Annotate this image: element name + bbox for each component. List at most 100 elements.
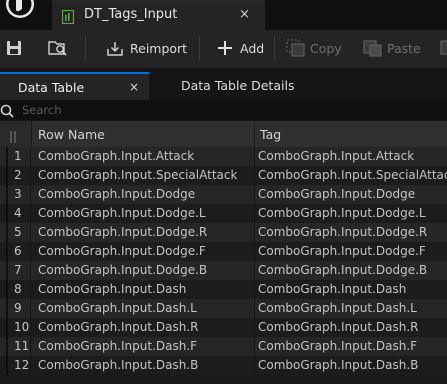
tag-cell[interactable]: ComboGraph.Input.Dodge.B	[258, 263, 427, 277]
table-row[interactable]: 7 ComboGraph.Input.Dodge.B ComboGraph.Inpu…	[0, 261, 447, 280]
column-divider	[30, 280, 31, 299]
row-index: 6	[14, 244, 22, 258]
panel-tab-bar: Data Table × Data Table Details	[0, 68, 447, 100]
browse-asset-icon[interactable]	[48, 39, 68, 61]
toolbar: Reimport Add Copy Paste	[0, 30, 447, 68]
column-divider	[254, 261, 255, 280]
tag-cell[interactable]: ComboGraph.Input.Dash.B	[258, 358, 418, 372]
row-name-cell[interactable]: ComboGraph.Input.Dodge.F	[38, 244, 206, 258]
paste-icon	[363, 39, 383, 61]
close-tab-icon[interactable]: ×	[129, 80, 139, 94]
paste-button[interactable]: Paste	[387, 41, 421, 56]
column-divider[interactable]	[254, 121, 255, 147]
column-divider	[254, 280, 255, 299]
row-name-cell[interactable]: ComboGraph.Input.Dodge.B	[38, 263, 207, 277]
row-name-cell[interactable]: ComboGraph.Input.Attack	[38, 149, 194, 163]
table-row[interactable]: 11 ComboGraph.Input.Dash.F ComboGraph.Inpu…	[0, 337, 447, 356]
tag-cell[interactable]: ComboGraph.Input.Dash	[258, 282, 406, 296]
data-table-asset-icon	[61, 9, 75, 25]
tag-cell[interactable]: ComboGraph.Input.Dash.L	[258, 301, 417, 315]
tag-cell[interactable]: ComboGraph.Input.Attack	[258, 149, 414, 163]
row-drag-handle[interactable]	[6, 280, 8, 299]
row-index: 4	[14, 206, 22, 220]
row-drag-handle[interactable]	[6, 318, 8, 337]
table-row[interactable]: 10 ComboGraph.Input.Dash.R ComboGraph.Inpu…	[0, 318, 447, 337]
row-drag-handle[interactable]	[6, 299, 8, 318]
row-name-cell[interactable]: ComboGraph.Input.Dash	[38, 282, 186, 296]
table-row[interactable]: 2 ComboGraph.Input.SpecialAttack ComboGrap…	[0, 166, 447, 185]
row-drag-handle[interactable]	[6, 337, 8, 356]
row-name-cell[interactable]: ComboGraph.Input.Dash.L	[38, 301, 197, 315]
row-index: 10	[14, 320, 30, 334]
close-tab-icon[interactable]: ×	[239, 7, 250, 22]
row-index: 7	[14, 263, 22, 277]
column-divider	[30, 147, 31, 166]
document-tab-label: DT_Tags_Input	[84, 7, 178, 22]
column-divider	[254, 204, 255, 223]
row-index: 3	[14, 187, 22, 201]
tag-cell[interactable]: ComboGraph.Input.Dash.R	[258, 320, 418, 334]
row-drag-handle[interactable]	[6, 223, 8, 242]
tab-data-table-label: Data Table	[18, 80, 85, 95]
column-divider	[254, 166, 255, 185]
column-divider	[30, 337, 31, 356]
unreal-logo-icon[interactable]	[0, 0, 40, 22]
duplicate-icon[interactable]	[440, 39, 447, 61]
column-divider	[30, 356, 31, 375]
row-name-cell[interactable]: ComboGraph.Input.Dodge.R	[38, 225, 207, 239]
copy-button[interactable]: Copy	[310, 41, 342, 56]
row-index: 1	[14, 149, 22, 163]
search-icon	[0, 103, 14, 118]
row-drag-handle[interactable]	[6, 204, 8, 223]
tab-data-table-details[interactable]: Data Table Details	[181, 78, 294, 93]
table-row[interactable]: 9 ComboGraph.Input.Dash.L ComboGraph.Input…	[0, 299, 447, 318]
column-divider	[254, 337, 255, 356]
column-divider	[30, 204, 31, 223]
column-divider	[30, 166, 31, 185]
tab-data-table[interactable]: Data Table ×	[0, 72, 149, 100]
row-drag-handle[interactable]	[6, 261, 8, 280]
table-row[interactable]: 3 ComboGraph.Input.Dodge ComboGraph.Input.…	[0, 185, 447, 204]
row-name-cell[interactable]: ComboGraph.Input.Dash.B	[38, 358, 198, 372]
save-icon[interactable]	[6, 40, 22, 60]
tag-cell[interactable]: ComboGraph.Input.Dash.F	[258, 339, 417, 353]
search-input[interactable]	[22, 102, 432, 118]
index-column-header	[0, 121, 32, 147]
column-divider	[30, 185, 31, 204]
document-tab[interactable]: DT_Tags_Input ×	[52, 0, 265, 30]
table-row[interactable]: 5 ComboGraph.Input.Dodge.R ComboGraph.Inpu…	[0, 223, 447, 242]
column-header-row-name[interactable]: Row Name	[38, 127, 105, 142]
tag-cell[interactable]: ComboGraph.Input.Dodge.L	[258, 206, 426, 220]
add-icon	[217, 40, 233, 60]
row-drag-handle[interactable]	[6, 185, 8, 204]
title-bar: DT_Tags_Input ×	[0, 0, 447, 30]
row-name-cell[interactable]: ComboGraph.Input.Dash.R	[38, 320, 198, 334]
row-drag-handle[interactable]	[6, 356, 8, 375]
table-row[interactable]: 12 ComboGraph.Input.Dash.B ComboGraph.Inpu…	[0, 356, 447, 375]
table-body: 1 ComboGraph.Input.Attack ComboGraph.Input…	[0, 147, 447, 375]
column-divider	[254, 242, 255, 261]
tag-cell[interactable]: ComboGraph.Input.SpecialAttack	[258, 168, 447, 182]
reimport-icon	[106, 40, 124, 62]
tag-cell[interactable]: ComboGraph.Input.Dodge.R	[258, 225, 427, 239]
row-drag-handle[interactable]	[6, 166, 8, 185]
tag-cell[interactable]: ComboGraph.Input.Dodge	[258, 187, 415, 201]
tag-cell[interactable]: ComboGraph.Input.Dodge.F	[258, 244, 426, 258]
table-header: Row Name Tag	[0, 121, 447, 147]
row-name-cell[interactable]: ComboGraph.Input.Dodge	[38, 187, 195, 201]
reimport-button[interactable]: Reimport	[130, 41, 187, 56]
toolbar-separator	[199, 37, 200, 61]
table-row[interactable]: 1 ComboGraph.Input.Attack ComboGraph.Input…	[0, 147, 447, 166]
table-row[interactable]: 6 ComboGraph.Input.Dodge.F ComboGraph.Inpu…	[0, 242, 447, 261]
column-header-tag[interactable]: Tag	[260, 127, 281, 142]
row-name-cell[interactable]: ComboGraph.Input.Dash.F	[38, 339, 197, 353]
row-name-cell[interactable]: ComboGraph.Input.SpecialAttack	[38, 168, 237, 182]
row-name-cell[interactable]: ComboGraph.Input.Dodge.L	[38, 206, 206, 220]
row-index: 12	[14, 358, 30, 372]
table-row[interactable]: 8 ComboGraph.Input.Dash ComboGraph.Input.D…	[0, 280, 447, 299]
add-row-button[interactable]: Add	[240, 41, 264, 56]
row-drag-handle[interactable]	[6, 242, 8, 261]
search-bar	[0, 100, 447, 120]
row-drag-handle[interactable]	[6, 147, 8, 166]
table-row[interactable]: 4 ComboGraph.Input.Dodge.L ComboGraph.Inpu…	[0, 204, 447, 223]
